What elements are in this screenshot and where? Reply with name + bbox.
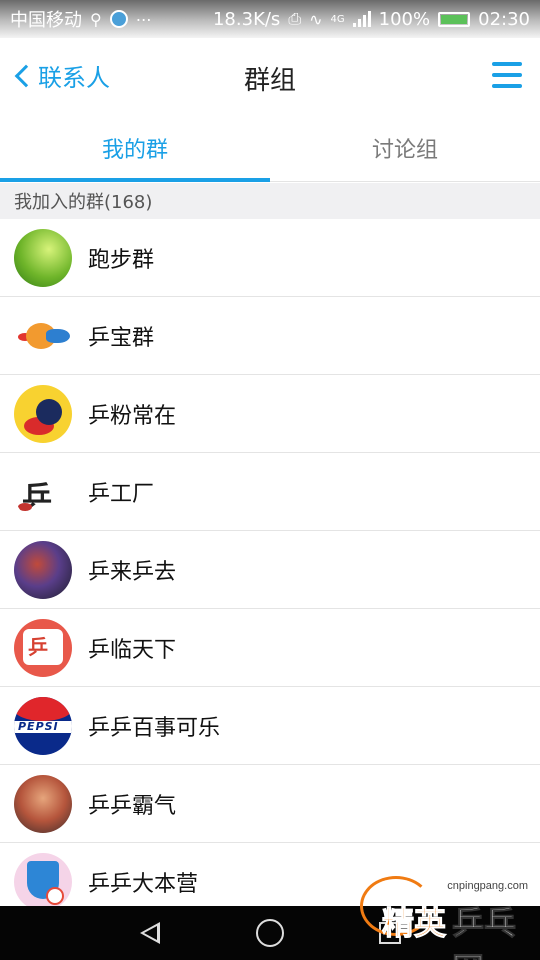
list-item[interactable]: 乒宝群: [0, 297, 540, 375]
avatar: 乒: [14, 462, 72, 521]
app-header: 联系人 群组: [0, 38, 540, 114]
network-type: 4G: [330, 13, 345, 25]
avatar: [14, 306, 72, 365]
vibrate-icon: ⎙: [288, 9, 302, 28]
nav-back-button[interactable]: [90, 906, 210, 960]
nav-home-button[interactable]: [210, 906, 330, 960]
triangle-back-icon: [140, 922, 160, 944]
battery-icon: [438, 11, 471, 27]
avatar: [14, 384, 72, 443]
tab-my-groups[interactable]: 我的群: [0, 114, 270, 182]
chevron-left-icon: [14, 64, 38, 87]
carrier-label: 中国移动: [10, 10, 82, 31]
signal-icon: [352, 11, 371, 27]
list-item[interactable]: 乒来乒去: [0, 531, 540, 609]
battery-percent: 100%: [378, 8, 431, 30]
more-icon: ⋯: [135, 9, 152, 29]
list-item[interactable]: PEPSI 乒乒百事可乐: [0, 687, 540, 765]
avatar: [14, 852, 72, 911]
list-item[interactable]: 跑步群: [0, 219, 540, 297]
avatar: [14, 228, 72, 287]
search-icon: ⚲: [90, 9, 102, 29]
circle-home-icon: [256, 919, 284, 947]
group-list: 跑步群 乒宝群 乒粉常在 乒 乒工厂 乒来乒去 乒 乒临天下 PEPSI 乒乒百…: [0, 219, 540, 921]
menu-icon: [492, 62, 522, 66]
group-name: 乒粉常在: [88, 403, 177, 429]
tab-bar: 我的群 讨论组: [0, 114, 540, 182]
avatar: PEPSI: [14, 696, 72, 755]
system-nav-bar: [0, 906, 540, 960]
wifi-icon: ∿: [309, 9, 323, 29]
list-item[interactable]: 乒粉常在: [0, 375, 540, 453]
network-speed: 18.3K/s: [212, 8, 281, 30]
group-name: 乒临天下: [88, 637, 177, 663]
avatar: 乒: [14, 618, 72, 677]
group-name: 跑步群: [88, 247, 155, 273]
group-name: 乒宝群: [88, 325, 155, 351]
group-name: 乒来乒去: [88, 559, 177, 585]
square-recent-icon: [379, 922, 401, 944]
group-name: 乒乒大本营: [88, 871, 199, 897]
app-icon: [109, 10, 128, 28]
group-name: 乒乒霸气: [88, 793, 177, 819]
back-label: 联系人: [38, 64, 110, 92]
list-item[interactable]: 乒乒霸气: [0, 765, 540, 843]
avatar: [14, 774, 72, 833]
nav-recent-button[interactable]: [330, 906, 450, 960]
status-bar: 中国移动 ⚲ ⋯ 18.3K/s ⎙ ∿ 4G 100% 02:30: [0, 0, 540, 38]
group-name: 乒乒百事可乐: [88, 715, 221, 741]
menu-button[interactable]: [492, 62, 522, 88]
list-item[interactable]: 乒 乒工厂: [0, 453, 540, 531]
clock: 02:30: [478, 8, 530, 30]
avatar: [14, 540, 72, 599]
group-name: 乒工厂: [88, 481, 155, 507]
back-button[interactable]: 联系人: [12, 58, 110, 93]
tab-discussion-groups[interactable]: 讨论组: [270, 114, 540, 181]
section-header: 我加入的群(168): [0, 183, 540, 219]
list-item[interactable]: 乒 乒临天下: [0, 609, 540, 687]
